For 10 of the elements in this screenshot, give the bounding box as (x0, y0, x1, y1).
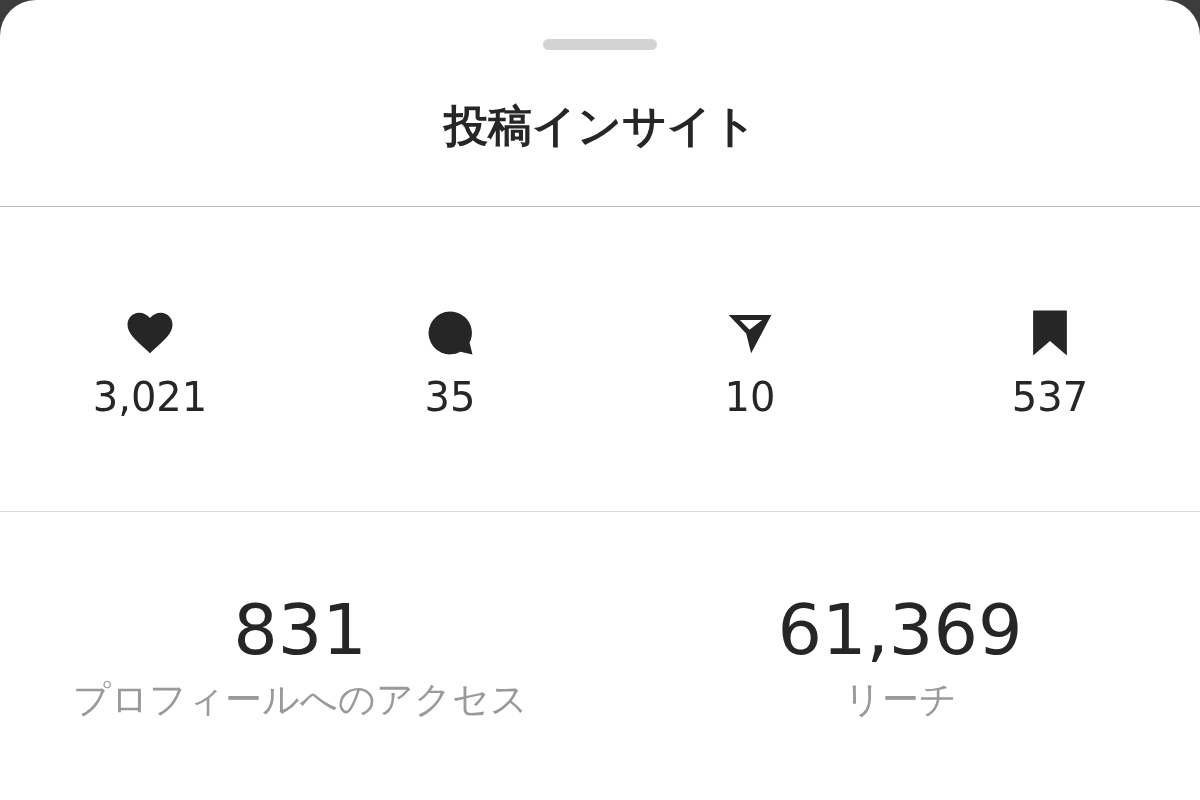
metric-value: 61,369 (777, 592, 1023, 669)
metric-label: プロフィールへのアクセス (72, 677, 528, 723)
metric-value: 831 (233, 592, 367, 669)
interaction-count: 537 (1011, 374, 1089, 420)
sheet-title: 投稿インサイト (0, 46, 1200, 207)
interaction-count: 3,021 (92, 374, 208, 420)
interaction-count: 35 (424, 374, 476, 420)
interaction-count: 10 (724, 374, 776, 420)
drag-handle[interactable] (543, 39, 657, 50)
metric-label: リーチ (843, 677, 957, 723)
